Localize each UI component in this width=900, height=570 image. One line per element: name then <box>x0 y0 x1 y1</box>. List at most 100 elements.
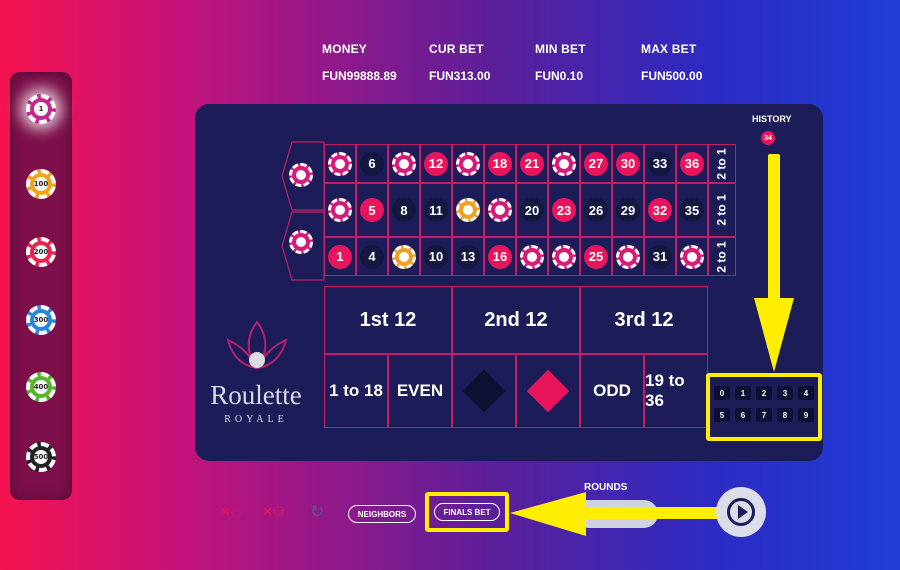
number-cell[interactable]: 10 <box>420 237 452 276</box>
chip-100[interactable]: 100 <box>26 169 56 199</box>
number-cell[interactable]: 8 <box>388 183 420 237</box>
placed-chip <box>552 244 576 269</box>
finals-bet-button[interactable]: FINALS BET <box>434 503 500 521</box>
dozen-2nd[interactable]: 2nd 12 <box>452 286 580 354</box>
clear-all-chips-icon[interactable]: ✕⛁ <box>262 505 284 520</box>
placed-chip <box>488 198 512 222</box>
money-value: FUN99888.89 <box>322 69 397 83</box>
chip-1[interactable]: 1 <box>26 94 56 124</box>
arrow-left-icon <box>510 492 720 536</box>
number-cell[interactable]: 33 <box>644 144 676 183</box>
number-label: 10 <box>424 244 448 269</box>
min-bet-value: FUN0.10 <box>535 69 584 83</box>
number-cell[interactable]: 4 <box>356 237 388 276</box>
cur-bet-value: FUN313.00 <box>429 69 491 83</box>
number-label: 31 <box>648 244 672 269</box>
number-cell[interactable] <box>612 237 644 276</box>
chip-200[interactable]: 200 <box>26 237 56 267</box>
placed-chip <box>328 198 352 222</box>
bet-black[interactable] <box>452 354 516 428</box>
number-cell[interactable] <box>388 237 420 276</box>
number-cell[interactable]: 23 <box>548 183 580 237</box>
history-digit: 8 <box>777 408 793 422</box>
play-icon <box>727 498 755 526</box>
money-label: MONEY <box>322 42 368 56</box>
lotus-logo-icon <box>226 320 288 370</box>
number-cell[interactable]: 6 <box>356 144 388 183</box>
placed-chip <box>392 151 416 176</box>
cur-bet-label: CUR BET <box>429 42 484 56</box>
number-label: 29 <box>616 198 640 222</box>
number-cell[interactable]: 1 <box>324 237 356 276</box>
number-label: 6 <box>360 151 384 176</box>
number-cell[interactable] <box>324 183 356 237</box>
number-label: 30 <box>616 151 640 176</box>
clear-bet-icon[interactable]: ✕◌ <box>220 505 242 520</box>
placed-chip <box>392 244 416 269</box>
number-label: 23 <box>552 198 576 222</box>
number-label: 1 <box>328 244 352 269</box>
number-cell[interactable]: 31 <box>644 237 676 276</box>
number-cell[interactable]: 30 <box>612 144 644 183</box>
number-cell[interactable] <box>388 144 420 183</box>
number-cell[interactable]: 13 <box>452 237 484 276</box>
number-label: 25 <box>584 244 608 269</box>
dozen-1st[interactable]: 1st 12 <box>324 286 452 354</box>
column-bet-top[interactable]: 2 to 1 <box>708 144 736 183</box>
undo-icon[interactable]: ↻ <box>310 502 324 522</box>
number-cell[interactable]: 16 <box>484 237 516 276</box>
number-cell[interactable] <box>484 183 516 237</box>
number-label: 12 <box>424 151 448 176</box>
spin-button[interactable] <box>716 487 766 537</box>
number-cell[interactable]: 11 <box>420 183 452 237</box>
number-cell[interactable]: 25 <box>580 237 612 276</box>
number-cell[interactable]: 35 <box>676 183 708 237</box>
dozen-3rd[interactable]: 3rd 12 <box>580 286 708 354</box>
number-cell[interactable] <box>676 237 708 276</box>
bet-red[interactable] <box>516 354 580 428</box>
placed-chip <box>552 151 576 176</box>
number-cell[interactable] <box>516 237 548 276</box>
history-digit: 1 <box>735 386 751 400</box>
placed-chip <box>289 163 313 187</box>
number-label: 32 <box>648 198 672 222</box>
arrow-down-icon <box>754 154 794 372</box>
number-cell[interactable] <box>452 144 484 183</box>
number-label: 13 <box>456 244 480 269</box>
bet-even[interactable]: EVEN <box>388 354 452 428</box>
placed-chip <box>616 244 640 269</box>
number-cell[interactable]: 18 <box>484 144 516 183</box>
number-cell[interactable]: 20 <box>516 183 548 237</box>
number-cell[interactable]: 12 <box>420 144 452 183</box>
chip-400[interactable]: 400 <box>26 372 56 402</box>
chip-500[interactable]: 500 <box>26 442 56 472</box>
number-cell[interactable] <box>324 144 356 183</box>
history-digit: 7 <box>756 408 772 422</box>
neighbors-button[interactable]: NEIGHBORS <box>348 505 416 523</box>
column-bet-middle[interactable]: 2 to 1 <box>708 183 736 237</box>
chip-300[interactable]: 300 <box>26 305 56 335</box>
history-digit: 6 <box>735 408 751 422</box>
number-cell[interactable]: 32 <box>644 183 676 237</box>
placed-chip <box>456 151 480 176</box>
bet-odd[interactable]: ODD <box>580 354 644 428</box>
number-cell[interactable] <box>548 237 580 276</box>
number-cell[interactable]: 29 <box>612 183 644 237</box>
number-cell[interactable]: 36 <box>676 144 708 183</box>
zero-slot[interactable] <box>280 140 326 282</box>
number-cell[interactable] <box>452 183 484 237</box>
number-cell[interactable]: 27 <box>580 144 612 183</box>
number-cell[interactable]: 5 <box>356 183 388 237</box>
bet-19-to-36[interactable]: 19 to 36 <box>644 354 708 428</box>
number-cell[interactable]: 26 <box>580 183 612 237</box>
history-label: HISTORY <box>752 114 792 124</box>
number-label: 8 <box>392 198 416 222</box>
column-bet-bottom[interactable]: 2 to 1 <box>708 237 736 276</box>
placed-chip <box>520 244 544 269</box>
number-cell[interactable]: 21 <box>516 144 548 183</box>
number-label: 26 <box>584 198 608 222</box>
number-cell[interactable] <box>548 144 580 183</box>
chip-selector: 1 100 200 300 400 500 <box>10 72 72 500</box>
number-label: 18 <box>488 151 512 176</box>
bet-1-to-18[interactable]: 1 to 18 <box>324 354 388 428</box>
